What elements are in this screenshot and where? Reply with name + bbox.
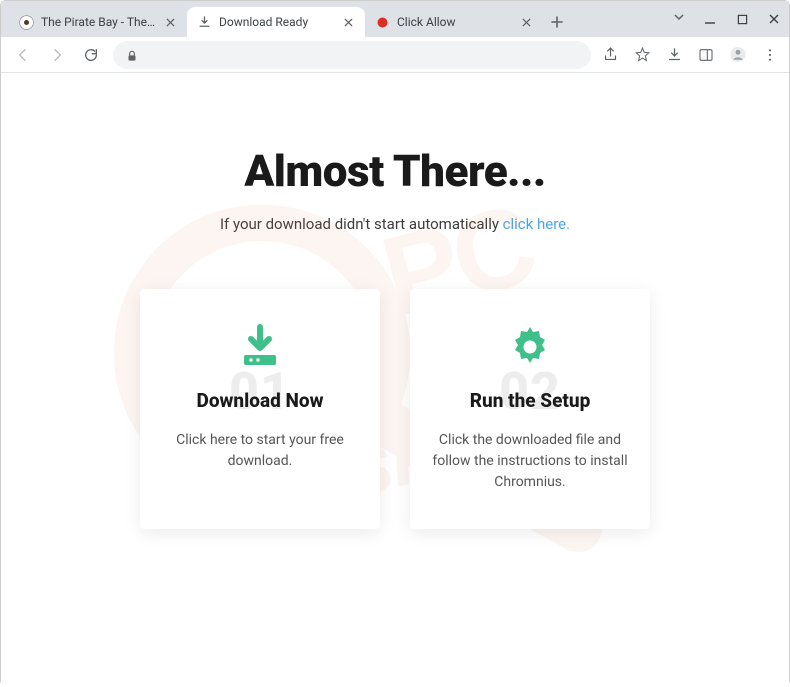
back-button[interactable]	[11, 43, 35, 67]
close-icon[interactable]	[341, 15, 355, 29]
browser-toolbar	[1, 37, 789, 73]
new-tab-button[interactable]	[543, 7, 571, 37]
close-icon[interactable]	[519, 15, 533, 29]
card-title: Run the Setup	[432, 389, 628, 412]
tab-strip: The Pirate Bay - The galaxy's mo... Down…	[1, 1, 789, 37]
lock-icon	[125, 48, 139, 62]
window-controls	[673, 1, 781, 37]
downloads-icon[interactable]	[665, 46, 683, 64]
maximize-button[interactable]	[735, 12, 749, 26]
pirate-logo-icon	[19, 15, 34, 30]
download-icon	[236, 323, 284, 371]
toolbar-right-icons	[601, 46, 779, 64]
card-download-now[interactable]: 01 Download Now Click here to start your…	[140, 289, 380, 529]
page-title: Almost There...	[1, 145, 789, 197]
step-cards: 01 Download Now Click here to start your…	[1, 289, 789, 529]
profile-avatar-icon[interactable]	[729, 46, 747, 64]
subtitle: If your download didn't start automatica…	[1, 215, 789, 233]
share-icon[interactable]	[601, 46, 619, 64]
side-panel-icon[interactable]	[697, 46, 715, 64]
kebab-menu-icon[interactable]	[761, 46, 779, 64]
tab-title: Click Allow	[397, 15, 512, 29]
forward-button[interactable]	[45, 43, 69, 67]
card-description: Click here to start your free download.	[162, 430, 358, 472]
tab-title: The Pirate Bay - The galaxy's mo...	[41, 15, 156, 29]
close-window-button[interactable]	[767, 12, 781, 26]
download-icon	[197, 15, 212, 30]
tab-click-allow[interactable]: Click Allow	[365, 7, 543, 37]
gear-icon	[506, 323, 554, 371]
page-content: PC risk.com Almost There... If your down…	[1, 73, 789, 687]
tab-overflow-icon[interactable]	[673, 11, 685, 27]
card-description: Click the downloaded file and follow the…	[432, 430, 628, 493]
tab-title: Download Ready	[219, 15, 334, 29]
close-icon[interactable]	[163, 15, 177, 29]
address-bar[interactable]	[113, 41, 591, 69]
red-dot-icon	[375, 15, 390, 30]
bookmark-star-icon[interactable]	[633, 46, 651, 64]
hero-section: Almost There... If your download didn't …	[1, 73, 789, 233]
minimize-button[interactable]	[703, 12, 717, 26]
card-run-setup[interactable]: 02 Run the Setup Click the downloaded fi…	[410, 289, 650, 529]
tab-download-ready[interactable]: Download Ready	[187, 7, 365, 37]
tab-piratebay[interactable]: The Pirate Bay - The galaxy's mo...	[9, 7, 187, 37]
subtitle-text: If your download didn't start automatica…	[220, 215, 503, 233]
click-here-link[interactable]: click here.	[503, 215, 570, 233]
reload-button[interactable]	[79, 43, 103, 67]
card-title: Download Now	[162, 389, 358, 412]
